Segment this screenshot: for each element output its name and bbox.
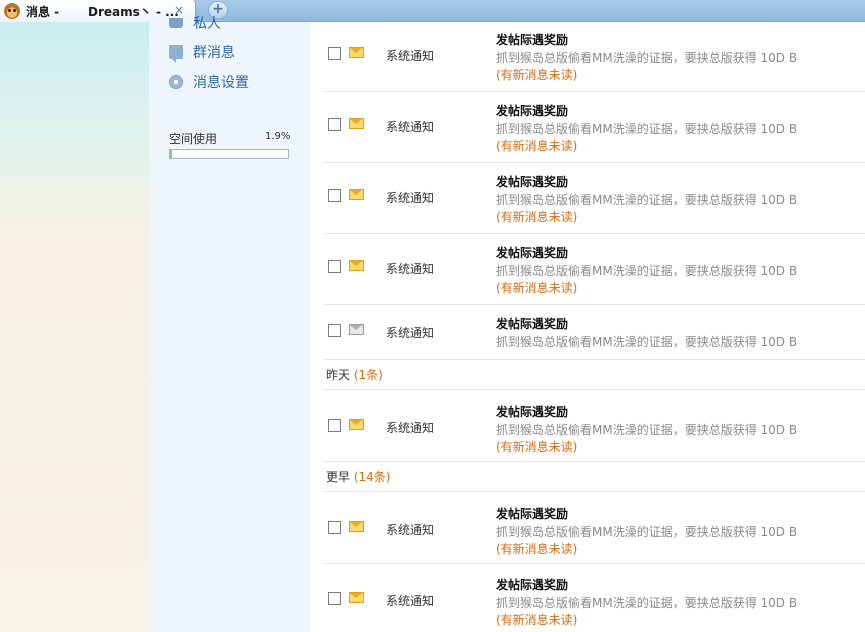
message-body: 抓到猴岛总版偷看MM洗澡的证据，要挟总版获得 10D B — [496, 264, 798, 278]
message-subject[interactable]: 发帖际遇奖励 — [496, 102, 568, 119]
tab-title: 消息 - — [26, 5, 60, 19]
message-checkbox[interactable] — [328, 592, 341, 605]
unread-envelope-icon — [349, 118, 364, 129]
tab-close-icon[interactable]: × — [172, 3, 186, 17]
message-sender[interactable]: 系统通知 — [386, 521, 434, 538]
private-message-icon — [169, 18, 183, 28]
space-usage-percent: 1.9% — [265, 131, 291, 142]
message-body: 抓到猴岛总版偷看MM洗澡的证据，要挟总版获得 10D B — [496, 122, 798, 136]
message-row[interactable]: 系统通知 发帖际遇奖励 抓到猴岛总版偷看MM洗澡的证据，要挟总版获得 10D B… — [324, 163, 865, 234]
space-usage-label: 空间使用 — [169, 132, 218, 146]
message-subject[interactable]: 发帖际遇奖励 — [496, 576, 568, 593]
unread-envelope-icon — [349, 47, 364, 58]
message-row[interactable]: 系统通知 发帖际遇奖励 抓到猴岛总版偷看MM洗澡的证据，要挟总版获得 10D B… — [324, 390, 865, 462]
message-sender[interactable]: 系统通知 — [386, 260, 434, 277]
sidebar-item-label: 消息设置 — [193, 75, 249, 91]
message-body: 抓到猴岛总版偷看MM洗澡的证据，要挟总版获得 10D B — [496, 193, 798, 207]
unread-indicator: (有新消息未读) — [496, 68, 578, 82]
message-body: 抓到猴岛总版偷看MM洗澡的证据，要挟总版获得 10D B — [496, 596, 798, 610]
group-label: 昨天 — [326, 368, 351, 382]
message-subject[interactable]: 发帖际遇奖励 — [496, 403, 568, 420]
unread-indicator: (有新消息未读) — [496, 542, 578, 556]
message-body: 抓到猴岛总版偷看MM洗澡的证据，要挟总版获得 10D B — [496, 525, 798, 539]
message-row[interactable]: 系统通知 发帖际遇奖励 抓到猴岛总版偷看MM洗澡的证据，要挟总版获得 10D B — [324, 305, 865, 360]
message-sender[interactable]: 系统通知 — [386, 592, 434, 609]
group-label: 更早 — [326, 470, 351, 484]
message-subject[interactable]: 发帖际遇奖励 — [496, 244, 568, 261]
message-row[interactable]: 系统通知 发帖际遇奖励 抓到猴岛总版偷看MM洗澡的证据，要挟总版获得 10D B… — [324, 22, 865, 92]
message-subject[interactable]: 发帖际遇奖励 — [496, 173, 568, 190]
sidebar-item-private[interactable]: 私人 — [193, 13, 221, 33]
gear-icon — [169, 75, 183, 89]
unread-indicator: (有新消息未读) — [496, 281, 578, 295]
sidebar-item-label: 群消息 — [193, 45, 235, 61]
unread-envelope-icon — [349, 419, 364, 430]
unread-indicator: (有新消息未读) — [496, 210, 578, 224]
message-sender[interactable]: 系统通知 — [386, 419, 434, 436]
message-subject[interactable]: 发帖际遇奖励 — [496, 505, 568, 522]
message-checkbox[interactable] — [328, 260, 341, 273]
message-body: 抓到猴岛总版偷看MM洗澡的证据，要挟总版获得 10D B — [496, 335, 798, 349]
chat-bubble-icon — [169, 45, 183, 63]
group-count: (14条) — [353, 470, 391, 484]
message-list: 系统通知 发帖际遇奖励 抓到猴岛总版偷看MM洗澡的证据，要挟总版获得 10D B… — [324, 22, 865, 632]
message-sender[interactable]: 系统通知 — [386, 189, 434, 206]
sidebar-item-group-messages[interactable]: 群消息 — [169, 42, 235, 63]
message-checkbox[interactable] — [328, 324, 341, 337]
group-header-earlier: 更早 (14条) — [324, 462, 865, 492]
space-usage-fill — [170, 150, 173, 158]
unread-envelope-icon — [349, 521, 364, 532]
message-row[interactable]: 系统通知 发帖际遇奖励 抓到猴岛总版偷看MM洗澡的证据，要挟总版获得 10D B… — [324, 564, 865, 632]
message-body: 抓到猴岛总版偷看MM洗澡的证据，要挟总版获得 10D B — [496, 423, 798, 437]
read-envelope-icon — [349, 324, 364, 335]
browser-tab[interactable]: 消息 - Dreams丶 - ... × — [0, 0, 196, 22]
message-sender[interactable]: 系统通知 — [386, 118, 434, 135]
tab-title-user: Dreams丶 - ... — [88, 5, 179, 19]
message-row[interactable]: 系统通知 发帖际遇奖励 抓到猴岛总版偷看MM洗澡的证据，要挟总版获得 10D B… — [324, 492, 865, 564]
message-row[interactable]: 系统通知 发帖际遇奖励 抓到猴岛总版偷看MM洗澡的证据，要挟总版获得 10D B… — [324, 234, 865, 305]
message-checkbox[interactable] — [328, 189, 341, 202]
unread-envelope-icon — [349, 189, 364, 200]
unread-indicator: (有新消息未读) — [496, 139, 578, 153]
message-checkbox[interactable] — [328, 419, 341, 432]
message-subject[interactable]: 发帖际遇奖励 — [496, 315, 568, 332]
tab-bar: 消息 - Dreams丶 - ... × + — [0, 0, 865, 22]
message-sender[interactable]: 系统通知 — [386, 324, 434, 341]
monkey-favicon-icon — [4, 3, 20, 19]
unread-envelope-icon — [349, 260, 364, 271]
unread-indicator: (有新消息未读) — [496, 613, 578, 627]
unread-envelope-icon — [349, 592, 364, 603]
sidebar-item-message-settings[interactable]: 消息设置 — [169, 72, 249, 92]
unread-indicator: (有新消息未读) — [496, 440, 578, 454]
message-checkbox[interactable] — [328, 47, 341, 60]
message-row[interactable]: 系统通知 发帖际遇奖励 抓到猴岛总版偷看MM洗澡的证据，要挟总版获得 10D B… — [324, 92, 865, 163]
message-body: 抓到猴岛总版偷看MM洗澡的证据，要挟总版获得 10D B — [496, 51, 798, 65]
message-checkbox[interactable] — [328, 521, 341, 534]
space-usage-bar — [169, 149, 289, 159]
left-decoration — [0, 22, 149, 632]
group-header-yesterday: 昨天 (1条) — [324, 360, 865, 390]
group-count: (1条) — [353, 368, 383, 382]
message-subject[interactable]: 发帖际遇奖励 — [496, 31, 568, 48]
message-sender[interactable]: 系统通知 — [386, 47, 434, 64]
sidebar: 私人 群消息 消息设置 空间使用 1.9% — [149, 16, 310, 632]
message-checkbox[interactable] — [328, 118, 341, 131]
